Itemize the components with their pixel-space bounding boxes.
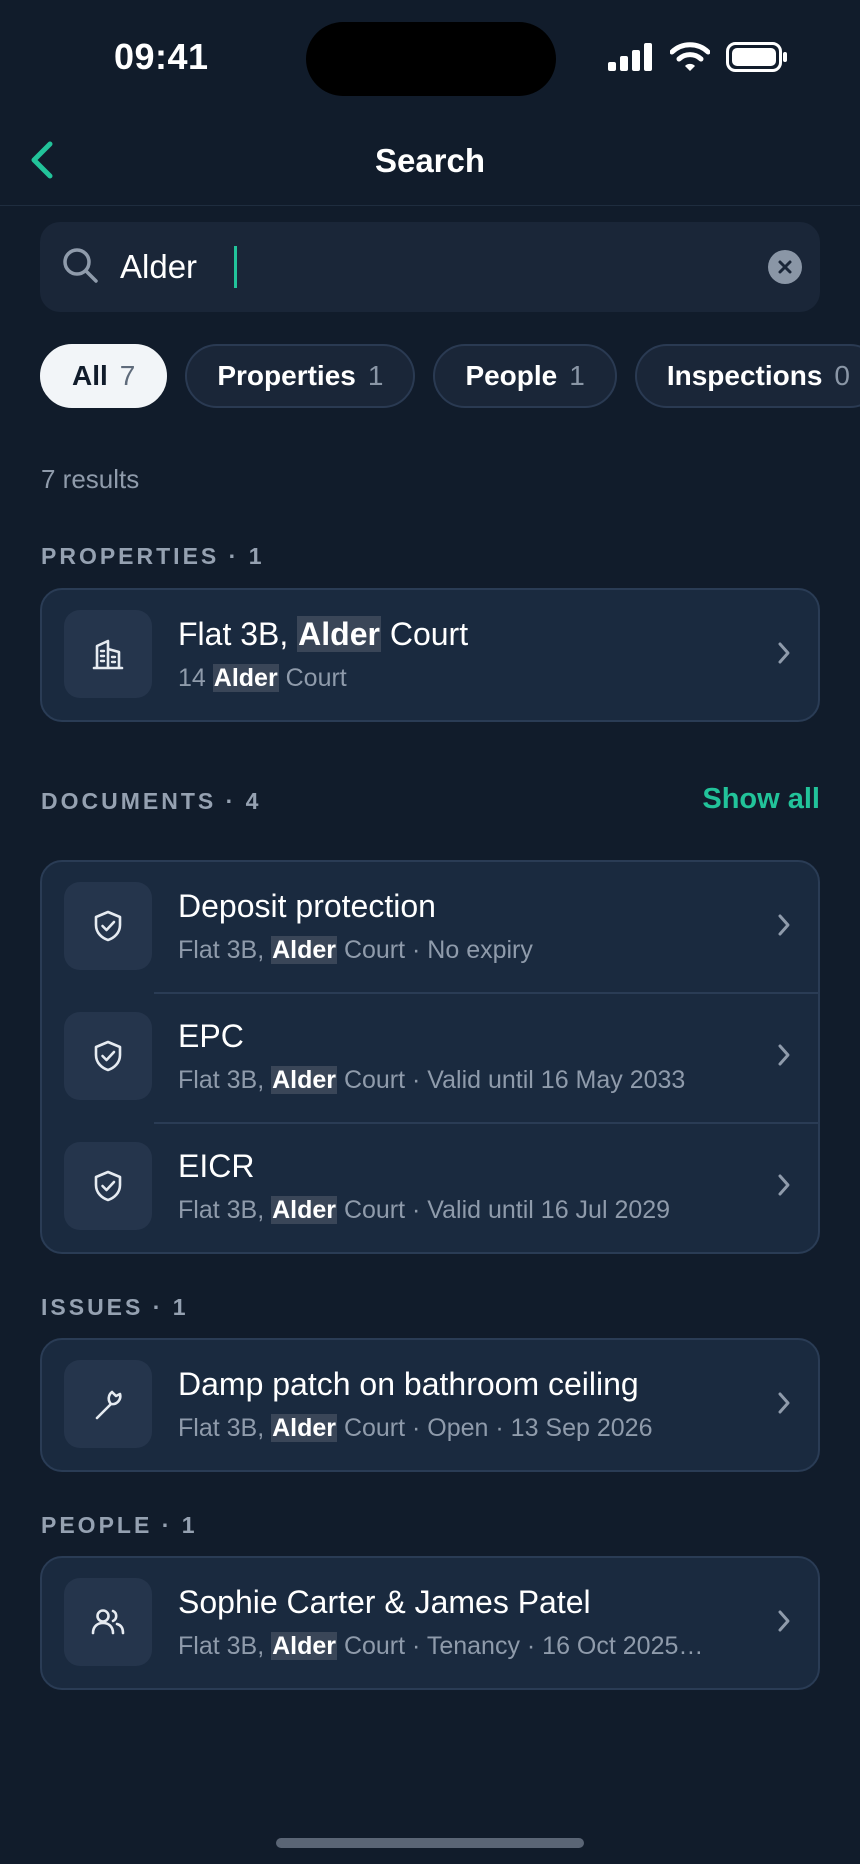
section-label-issues: ISSUES · 1 — [41, 1294, 189, 1320]
match-highlight: Alder — [297, 616, 381, 652]
status-bar: 09:41 — [0, 0, 860, 110]
result-row-document[interactable]: Deposit protection Flat 3B, Alder Court … — [42, 862, 818, 992]
result-subtitle: 14 Alder Court — [178, 664, 347, 692]
text-caret — [234, 246, 237, 288]
chip-properties[interactable]: Properties 1 — [185, 344, 416, 408]
section-label-properties: PROPERTIES · 1 — [41, 543, 265, 569]
dynamic-island — [306, 22, 556, 96]
result-row-property[interactable]: Flat 3B, Alder Court 14 Alder Court — [42, 590, 818, 720]
chip-all[interactable]: All 7 — [40, 344, 168, 408]
chip-label: People — [465, 360, 558, 391]
wrench-icon — [64, 1360, 152, 1448]
chip-label: Properties — [217, 360, 356, 391]
chevron-right-icon — [778, 1610, 790, 1632]
page-title: Search — [374, 142, 486, 179]
search-input[interactable] — [120, 240, 680, 294]
result-row-issue[interactable]: Damp patch on bathroom ceiling Flat 3B, … — [42, 1340, 818, 1470]
result-title: Sophie Carter & James Patel — [178, 1584, 591, 1620]
status-icons — [608, 42, 788, 72]
result-title: Flat 3B, Alder Court — [178, 616, 469, 652]
result-title: EPC — [178, 1018, 244, 1054]
chip-inspections[interactable]: Inspections 0 — [634, 344, 860, 408]
chevron-right-icon — [778, 1392, 790, 1414]
chevron-right-icon — [778, 642, 790, 664]
section-label-documents: DOCUMENTS · 4 — [41, 788, 262, 814]
chip-label: Inspections — [666, 360, 823, 391]
people-icon — [64, 1578, 152, 1666]
documents-card: Deposit protection Flat 3B, Alder Court … — [40, 860, 820, 1254]
match-highlight: Alder — [271, 1066, 337, 1094]
result-subtitle: Flat 3B, Alder Court · Tenancy · 16 Oct … — [178, 1632, 704, 1660]
battery-icon — [726, 42, 787, 72]
match-highlight: Alder — [212, 664, 279, 692]
search-field[interactable] — [40, 222, 820, 312]
signal-icon — [608, 43, 652, 71]
result-row-document[interactable]: EICR Flat 3B, Alder Court · Valid until … — [42, 1122, 818, 1252]
nav-bar: Search — [0, 110, 860, 206]
people-card: Sophie Carter & James Patel Flat 3B, Ald… — [40, 1556, 820, 1690]
chevron-right-icon — [778, 914, 790, 936]
match-highlight: Alder — [271, 1196, 337, 1224]
chip-label: All — [72, 360, 108, 391]
issues-card: Damp patch on bathroom ceiling Flat 3B, … — [40, 1338, 820, 1472]
chip-count: 7 — [119, 360, 136, 391]
chip-count: 0 — [834, 360, 850, 391]
chip-count: 1 — [367, 360, 384, 391]
show-all-documents-link[interactable]: Show all — [702, 783, 820, 816]
close-icon — [778, 260, 792, 274]
home-indicator — [276, 1838, 584, 1848]
result-row-person[interactable]: Sophie Carter & James Patel Flat 3B, Ald… — [42, 1558, 818, 1688]
section-label-people: PEOPLE · 1 — [41, 1512, 198, 1538]
match-highlight: Alder — [271, 1632, 337, 1660]
chip-count: 1 — [569, 360, 585, 391]
result-subtitle: Flat 3B, Alder Court · No expiry — [178, 936, 533, 964]
results-count: 7 results — [41, 464, 140, 494]
status-time: 09:41 — [114, 36, 209, 77]
result-row-document[interactable]: EPC Flat 3B, Alder Court · Valid until 1… — [42, 992, 818, 1122]
search-icon — [63, 248, 98, 283]
clear-search-button[interactable] — [768, 250, 802, 284]
shield-check-icon — [64, 882, 152, 970]
result-title: Deposit protection — [178, 888, 436, 924]
result-subtitle: Flat 3B, Alder Court · Valid until 16 Ju… — [178, 1196, 671, 1224]
shield-check-icon — [64, 1142, 152, 1230]
chevron-right-icon — [778, 1174, 790, 1196]
filter-chips: All 7 Properties 1 People 1 Inspections … — [40, 344, 860, 408]
result-subtitle: Flat 3B, Alder Court · Valid until 16 Ma… — [178, 1066, 686, 1094]
match-highlight: Alder — [271, 936, 337, 964]
match-highlight: Alder — [271, 1414, 337, 1442]
building-icon — [64, 610, 152, 698]
properties-card: Flat 3B, Alder Court 14 Alder Court — [40, 588, 820, 722]
shield-check-icon — [64, 1012, 152, 1100]
result-subtitle: Flat 3B, Alder Court · Open · 13 Sep 202… — [178, 1414, 653, 1442]
chip-people[interactable]: People 1 — [433, 344, 617, 408]
chevron-right-icon — [778, 1044, 790, 1066]
wifi-icon — [670, 42, 710, 71]
result-title: EICR — [178, 1148, 255, 1184]
result-title: Damp patch on bathroom ceiling — [178, 1366, 639, 1402]
